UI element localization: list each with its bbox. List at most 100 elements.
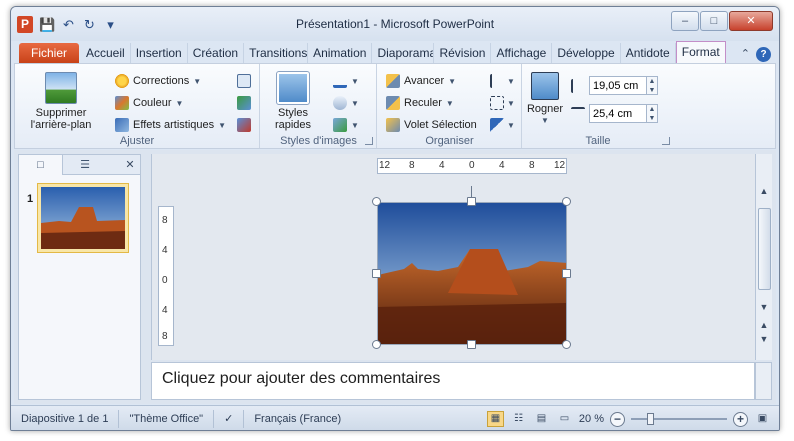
resize-handle-top[interactable] [467,197,476,206]
slide-sorter-icon[interactable]: ☷ [510,411,527,427]
reset-picture-icon[interactable] [237,118,251,132]
minimize-button[interactable]: – [671,11,699,31]
volet-selection-button[interactable]: Volet Sélection [386,118,477,132]
slide-thumbnail[interactable] [37,183,129,253]
fit-to-window-icon[interactable]: ▣ [754,411,771,427]
corrections-button[interactable]: Corrections ▼ [115,74,201,88]
rotate-icon[interactable] [490,118,504,132]
resize-handle-bottom[interactable] [467,340,476,349]
ribbon-tabs: Fichier Accueil Insertion Création Trans… [11,41,779,63]
minimize-ribbon-icon[interactable]: ⌃ [741,47,750,62]
previous-slide-icon[interactable]: ▲ [758,318,770,332]
next-slide-icon[interactable]: ▼ [758,332,770,346]
resize-handle-top-left[interactable] [372,197,381,206]
notes-placeholder: Cliquez pour ajouter des commentaires [162,370,441,387]
resize-handle-top-right[interactable] [562,197,571,206]
reculer-button[interactable]: Reculer ▼ [386,96,454,110]
chevron-down-icon[interactable]: ▼ [507,99,515,108]
zoom-knob[interactable] [647,413,654,425]
zoom-level[interactable]: 20 % [579,413,604,425]
chevron-down-icon[interactable]: ▼ [507,121,515,130]
status-bar: Diapositive 1 de 1 "Thème Office" ✓ Fran… [11,405,779,430]
height-stepper-arrows[interactable]: ▲ ▼ [647,76,658,95]
slides-tab-icon[interactable]: □ [19,155,63,175]
close-panel-icon[interactable]: ✕ [120,155,140,174]
close-button[interactable]: ✕ [729,11,773,31]
dialog-launcher-icon[interactable] [662,137,670,145]
resize-handle-bottom-right[interactable] [562,340,571,349]
notes-pane[interactable]: Cliquez pour ajouter des commentaires [151,362,755,400]
reading-view-icon[interactable]: ▤ [533,411,550,427]
outline-tab-icon[interactable]: ☰ [63,155,107,175]
slide-number: 1 [27,193,34,205]
selected-picture[interactable] [378,203,566,344]
avancer-label: Avancer [404,75,445,87]
resize-handle-right[interactable] [562,269,571,278]
tab-transitions[interactable]: Transitions [244,43,309,63]
tab-diaporama[interactable]: Diaporama [372,43,435,63]
scroll-up-icon[interactable]: ▲ [758,184,770,198]
couleur-button[interactable]: Couleur ▼ [115,96,183,110]
dialog-launcher-icon[interactable] [365,137,373,145]
zoom-slider[interactable] [631,412,727,426]
theme-name[interactable]: "Thème Office" [119,410,215,428]
powerpoint-window: P 💾 ↶ ↻ ▾ Présentation1 - Microsoft Powe… [10,6,780,431]
slide-canvas[interactable] [377,202,567,345]
align-icon[interactable] [490,74,504,88]
reculer-label: Reculer [404,97,442,109]
chevron-down-icon[interactable]: ▼ [351,99,359,108]
chevron-down-icon: ▼ [193,76,202,86]
ruler-tick: 4 [439,160,445,171]
window-title: Présentation1 - Microsoft PowerPoint [295,17,495,31]
workspace: □ ☰ ✕ 1 12 8 4 0 4 8 12 8 4 0 4 8 ▲ ▼ ▲ … [14,150,776,404]
change-picture-icon[interactable] [237,96,251,110]
tab-format[interactable]: Format [675,41,726,63]
styles-rapides-button[interactable]: Styles rapides [267,71,319,131]
scroll-down-icon[interactable]: ▼ [758,300,770,314]
tab-animation[interactable]: Animation [308,43,373,63]
chevron-down-icon[interactable]: ▼ [351,121,359,130]
rogner-button[interactable]: Rogner ▼ [525,72,565,127]
width-spinner[interactable]: ▲▼ [571,104,658,123]
avancer-button[interactable]: Avancer ▼ [386,74,456,88]
tab-revision[interactable]: Révision [434,43,492,63]
width-stepper-arrows[interactable]: ▲ ▼ [647,104,658,123]
picture-effects-icon[interactable] [333,96,347,110]
help-icon[interactable]: ? [756,47,771,62]
chevron-down-icon[interactable]: ▼ [507,77,515,86]
resize-handle-bottom-left[interactable] [372,340,381,349]
normal-view-icon[interactable]: ▦ [486,411,504,427]
picture-border-icon[interactable] [333,74,347,88]
zoom-out-button[interactable]: − [610,411,625,427]
language-indicator[interactable]: Français (France) [244,410,351,428]
maximize-button[interactable]: □ [700,11,728,31]
desert-picture [378,203,566,344]
group-icon[interactable] [490,96,504,110]
notes-scrollbar[interactable] [755,362,772,400]
spell-check-icon[interactable]: ✓ [214,410,245,428]
remove-background-button[interactable]: Supprimer l'arrière-plan [21,72,101,131]
scroll-thumb[interactable] [758,208,771,290]
tab-antidote[interactable]: Antidote [621,43,676,63]
ruler-tick: 0 [469,160,475,171]
tab-accueil[interactable]: Accueil [81,43,131,63]
compress-pictures-icon[interactable] [237,74,251,88]
height-spinner[interactable]: ▲▼ [571,76,658,95]
zoom-in-button[interactable]: + [733,411,748,427]
tab-fichier[interactable]: Fichier [19,43,79,63]
tab-affichage[interactable]: Affichage [491,43,553,63]
picture-layout-icon[interactable] [333,118,347,132]
send-backward-icon [386,96,400,110]
tab-developpeur[interactable]: Développe [552,43,621,63]
effets-artistiques-button[interactable]: Effets artistiques ▼ [115,118,226,132]
vertical-scrollbar[interactable]: ▲ ▼ ▲ ▼ [755,154,772,360]
couleur-label: Couleur [133,97,172,109]
width-input[interactable] [589,104,647,123]
chevron-down-icon[interactable]: ▼ [351,77,359,86]
slideshow-view-icon[interactable]: ▭ [556,411,573,427]
tab-creation[interactable]: Création [188,43,245,63]
tab-insertion[interactable]: Insertion [131,43,188,63]
resize-handle-left[interactable] [372,269,381,278]
styles-rapides-label: Styles rapides [274,107,312,131]
height-input[interactable] [589,76,647,95]
